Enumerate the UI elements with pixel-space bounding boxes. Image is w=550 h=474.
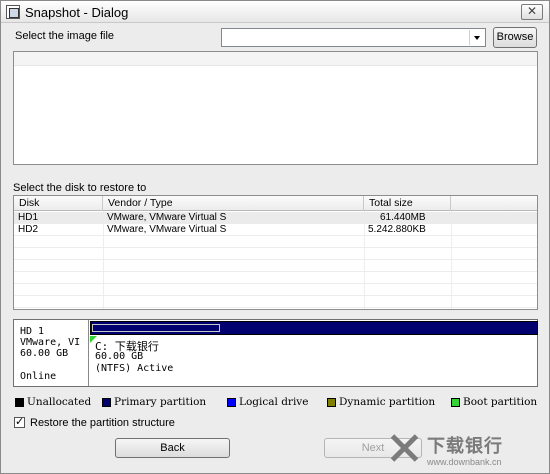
disk-capacity: 60.00 GB [20, 348, 69, 359]
legend-swatch [327, 398, 336, 407]
column-header-vendor[interactable]: Vendor / Type [103, 196, 364, 211]
disk-status: Online [20, 371, 57, 382]
app-icon [6, 5, 20, 19]
disk-list[interactable]: Disk Vendor / Type Total size HD1 VMware… [13, 195, 538, 310]
column-header-size[interactable]: Total size [364, 196, 451, 211]
primary-partition-bar[interactable] [90, 321, 538, 335]
legend-swatch [227, 398, 236, 407]
legend-swatch [451, 398, 460, 407]
disk-vendor: VMware, VI [20, 337, 81, 348]
legend-label: Primary partition [114, 396, 207, 408]
disk-list-label: Select the disk to restore to [13, 182, 147, 194]
empty-row [14, 260, 537, 272]
disk-name: HD 1 [20, 326, 45, 337]
watermark: 下载银行 www.downbank.cn [389, 431, 549, 471]
disk-cell: HD1 [18, 212, 39, 223]
vendor-cell: VMware, VMware Virtual S [107, 212, 227, 223]
empty-row [14, 236, 537, 248]
table-row[interactable]: HD2 VMware, VMware Virtual S 5.242.880KB [14, 224, 537, 236]
empty-row [14, 296, 537, 308]
title-bar: Snapshot - Dialog ✕ [1, 1, 549, 23]
column-header-disk[interactable]: Disk [14, 196, 103, 211]
size-cell: 5.242.880KB [368, 224, 426, 235]
partition-filesystem: (NTFS) Active [95, 363, 174, 374]
table-row[interactable]: HD1 VMware, VMware Virtual S 61.440MB [14, 212, 537, 224]
empty-row [14, 248, 537, 260]
restore-structure-label: Restore the partition structure [30, 417, 175, 429]
partition-size: 60.00 GB [95, 351, 144, 362]
legend-label: Unallocated [27, 396, 92, 408]
vendor-cell: VMware, VMware Virtual S [107, 224, 227, 235]
snapshot-dialog: Snapshot - Dialog ✕ Select the image fil… [0, 0, 550, 474]
close-button[interactable]: ✕ [521, 4, 543, 20]
partition-map[interactable]: C: 下载银行 60.00 GB (NTFS) Active [90, 320, 538, 386]
watermark-logo-icon [389, 433, 419, 463]
disk-map-panel: HD 1 VMware, VI 60.00 GB Online C: 下载银行 … [13, 319, 538, 387]
window-title: Snapshot - Dialog [25, 5, 129, 20]
used-space-indicator [92, 324, 220, 332]
image-file-combo[interactable] [221, 28, 486, 47]
empty-row [14, 284, 537, 296]
preview-header-band [14, 52, 537, 66]
disk-info: HD 1 VMware, VI 60.00 GB Online [14, 320, 89, 386]
image-file-label: Select the image file [15, 30, 115, 42]
disk-list-header: Disk Vendor / Type Total size [14, 196, 537, 211]
close-icon: ✕ [526, 4, 538, 18]
empty-row [14, 272, 537, 284]
back-button[interactable]: Back [115, 438, 230, 458]
legend-swatch [102, 398, 111, 407]
legend-label: Logical drive [239, 396, 309, 408]
dropdown-arrow-icon[interactable] [469, 30, 484, 45]
size-cell: 61.440MB [380, 212, 426, 223]
disk-cell: HD2 [18, 224, 39, 235]
legend-label: Dynamic partition [339, 396, 436, 408]
watermark-url: www.downbank.cn [427, 457, 502, 467]
legend-label: Boot partition [463, 396, 538, 408]
watermark-text: 下载银行 [427, 436, 503, 456]
restore-structure-checkbox[interactable] [14, 415, 25, 428]
image-contents-panel[interactable] [13, 51, 538, 165]
browse-button[interactable]: Browse [493, 27, 537, 48]
legend-swatch [15, 398, 24, 407]
